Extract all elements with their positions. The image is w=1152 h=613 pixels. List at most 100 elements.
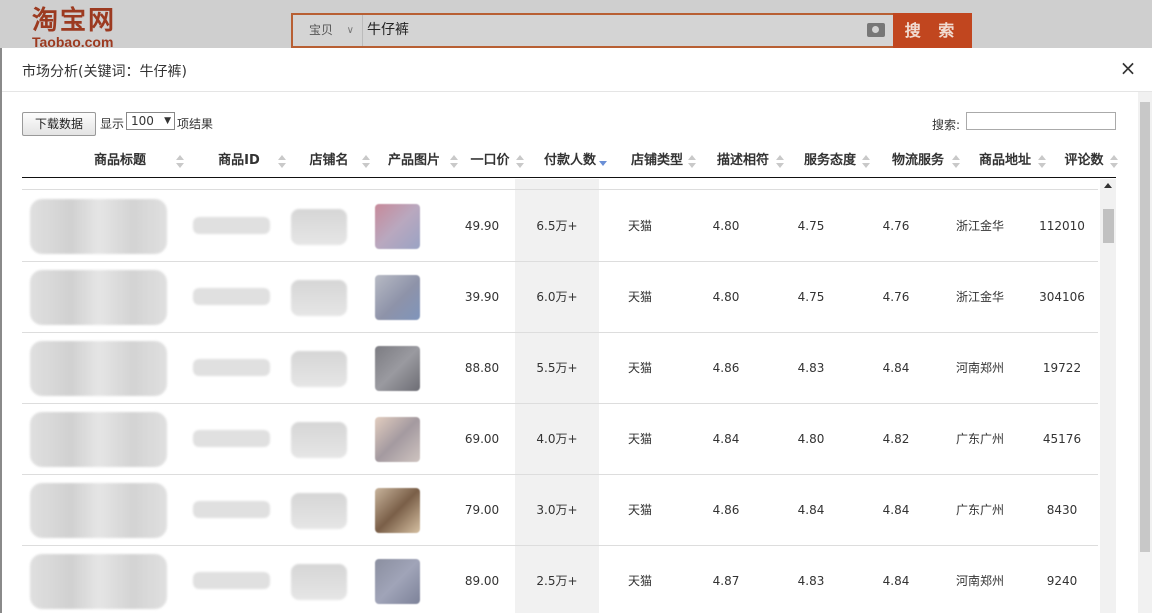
col-header-service-score[interactable]: 服务态度 [796, 144, 864, 178]
results-label: 项结果 [177, 117, 214, 131]
sort-icon[interactable] [1038, 155, 1046, 169]
sort-icon[interactable] [862, 155, 870, 169]
search-button[interactable]: 搜 索 [893, 13, 972, 48]
paid-count-cell: 6.5万+ [536, 219, 578, 233]
logo-text-cn: 淘宝网 [32, 6, 117, 36]
product-id-blurred [193, 572, 270, 589]
price-cell: 79.00 [464, 503, 500, 517]
price-cell: 49.90 [464, 219, 500, 233]
sort-icon[interactable] [176, 155, 184, 169]
table-row[interactable]: 88.80 5.5万+ 天猫 4.86 4.83 4.84 河南郑州 19722 [22, 333, 1098, 404]
table-body: 49.90 6.5万+ 天猫 4.80 4.75 4.76 浙江金华 11201… [22, 179, 1116, 613]
logistics-score-cell: 4.76 [882, 290, 910, 304]
logistics-score-cell: 4.84 [882, 503, 910, 517]
table-toolbar: 下载数据 显示 100 ▼ 项结果 搜索: [22, 112, 1116, 136]
shop-type-cell: 天猫 [627, 432, 652, 446]
table-row-partial [22, 179, 1098, 190]
shop-type-cell: 天猫 [627, 219, 652, 233]
camera-icon[interactable] [867, 23, 885, 37]
paid-count-cell: 2.5万+ [536, 574, 578, 588]
sort-icon[interactable] [688, 155, 696, 169]
scroll-up-arrow-icon[interactable] [1104, 183, 1112, 188]
download-data-button[interactable]: 下载数据 [22, 112, 96, 136]
service-score-cell: 4.83 [797, 574, 825, 588]
product-image-thumbnail[interactable] [375, 275, 420, 320]
product-title-blurred [30, 270, 167, 325]
product-image-thumbnail[interactable] [375, 417, 420, 462]
shop-name-blurred [291, 280, 347, 316]
modal-scrollbar-thumb[interactable] [1140, 102, 1150, 552]
col-header-reviews[interactable]: 评论数 [1056, 144, 1112, 178]
col-header-logistics-score[interactable]: 物流服务 [884, 144, 952, 178]
desc-score-cell: 4.80 [712, 290, 740, 304]
col-header-shop[interactable]: 店铺名 [296, 144, 362, 178]
sort-icon[interactable] [776, 155, 784, 169]
sort-icon[interactable] [362, 155, 370, 169]
sort-icon[interactable] [516, 155, 524, 169]
product-id-blurred [193, 217, 270, 234]
col-header-item-id[interactable]: 商品ID [208, 144, 270, 178]
col-header-title[interactable]: 商品标题 [62, 144, 178, 178]
sort-icon[interactable] [952, 155, 960, 169]
desc-score-cell: 4.86 [712, 503, 740, 517]
close-icon[interactable]: × [1118, 58, 1138, 78]
table-row[interactable]: 49.90 6.5万+ 天猫 4.80 4.75 4.76 浙江金华 11201… [22, 191, 1098, 262]
table-scrollbar[interactable] [1100, 179, 1116, 613]
logo-text-en: Taobao.com [32, 34, 114, 50]
col-header-location[interactable]: 商品地址 [972, 144, 1038, 178]
dropdown-arrow-icon: ▼ [164, 116, 171, 126]
product-image-thumbnail[interactable] [375, 346, 420, 391]
col-header-shop-type[interactable]: 店铺类型 [622, 144, 692, 178]
service-score-cell: 4.75 [797, 290, 825, 304]
logistics-score-cell: 4.84 [882, 574, 910, 588]
col-header-image[interactable]: 产品图片 [378, 144, 450, 178]
reviews-cell: 8430 [1046, 503, 1078, 517]
paid-count-cell: 5.5万+ [536, 361, 578, 375]
sort-icon[interactable] [278, 155, 286, 169]
market-analysis-modal: 市场分析(关键词：牛仔裤) × 下载数据 显示 100 ▼ 项结果 搜索: 商品… [2, 48, 1152, 613]
location-cell: 河南郑州 [955, 574, 1004, 588]
service-score-cell: 4.75 [797, 219, 825, 233]
search-type-label: 宝贝 [309, 23, 334, 37]
col-header-paid[interactable]: 付款人数 [536, 144, 604, 178]
logistics-score-cell: 4.84 [882, 361, 910, 375]
col-header-price[interactable]: 一口价 [462, 144, 518, 178]
table-row[interactable]: 69.00 4.0万+ 天猫 4.84 4.80 4.82 广东广州 45176 [22, 404, 1098, 475]
product-id-blurred [193, 430, 270, 447]
logistics-score-cell: 4.76 [882, 219, 910, 233]
shop-type-cell: 天猫 [627, 290, 652, 304]
product-title-blurred [30, 341, 167, 396]
table-search-input[interactable] [966, 112, 1116, 130]
shop-type-cell: 天猫 [627, 503, 652, 517]
table-row[interactable]: 39.90 6.0万+ 天猫 4.80 4.75 4.76 浙江金华 30410… [22, 262, 1098, 333]
reviews-cell: 304106 [1039, 290, 1085, 304]
service-score-cell: 4.84 [797, 503, 825, 517]
reviews-cell: 45176 [1042, 432, 1082, 446]
paid-count-cell: 3.0万+ [536, 503, 578, 517]
table-scrollbar-thumb[interactable] [1103, 209, 1114, 243]
modal-scrollbar[interactable] [1138, 92, 1152, 613]
page-length-select[interactable]: 100 ▼ [126, 112, 175, 130]
location-cell: 浙江金华 [955, 290, 1004, 304]
logistics-score-cell: 4.82 [882, 432, 910, 446]
modal-header: 市场分析(关键词：牛仔裤) × [2, 48, 1152, 92]
shop-name-blurred [291, 351, 347, 387]
table-row[interactable]: 89.00 2.5万+ 天猫 4.87 4.83 4.84 河南郑州 9240 [22, 546, 1098, 613]
product-image-thumbnail[interactable] [375, 559, 420, 604]
sort-icon[interactable] [1110, 155, 1118, 169]
product-title-blurred [30, 483, 167, 538]
product-image-thumbnail[interactable] [375, 204, 420, 249]
taobao-header: 淘宝网 Taobao.com 宝贝 ∨ 牛仔裤 搜 索 [0, 0, 1152, 50]
price-cell: 69.00 [464, 432, 500, 446]
col-header-desc-score[interactable]: 描述相符 [710, 144, 776, 178]
desc-score-cell: 4.84 [712, 432, 740, 446]
desc-score-cell: 4.86 [712, 361, 740, 375]
search-type-select[interactable]: 宝贝 ∨ [293, 15, 363, 46]
table-row[interactable]: 79.00 3.0万+ 天猫 4.86 4.84 4.84 广东广州 8430 [22, 475, 1098, 546]
shop-name-blurred [291, 493, 347, 529]
product-image-thumbnail[interactable] [375, 488, 420, 533]
taobao-logo[interactable]: 淘宝网 Taobao.com [32, 6, 142, 50]
sort-desc-icon[interactable] [599, 155, 607, 169]
sort-icon[interactable] [450, 155, 458, 169]
search-input[interactable]: 牛仔裤 [367, 15, 409, 46]
